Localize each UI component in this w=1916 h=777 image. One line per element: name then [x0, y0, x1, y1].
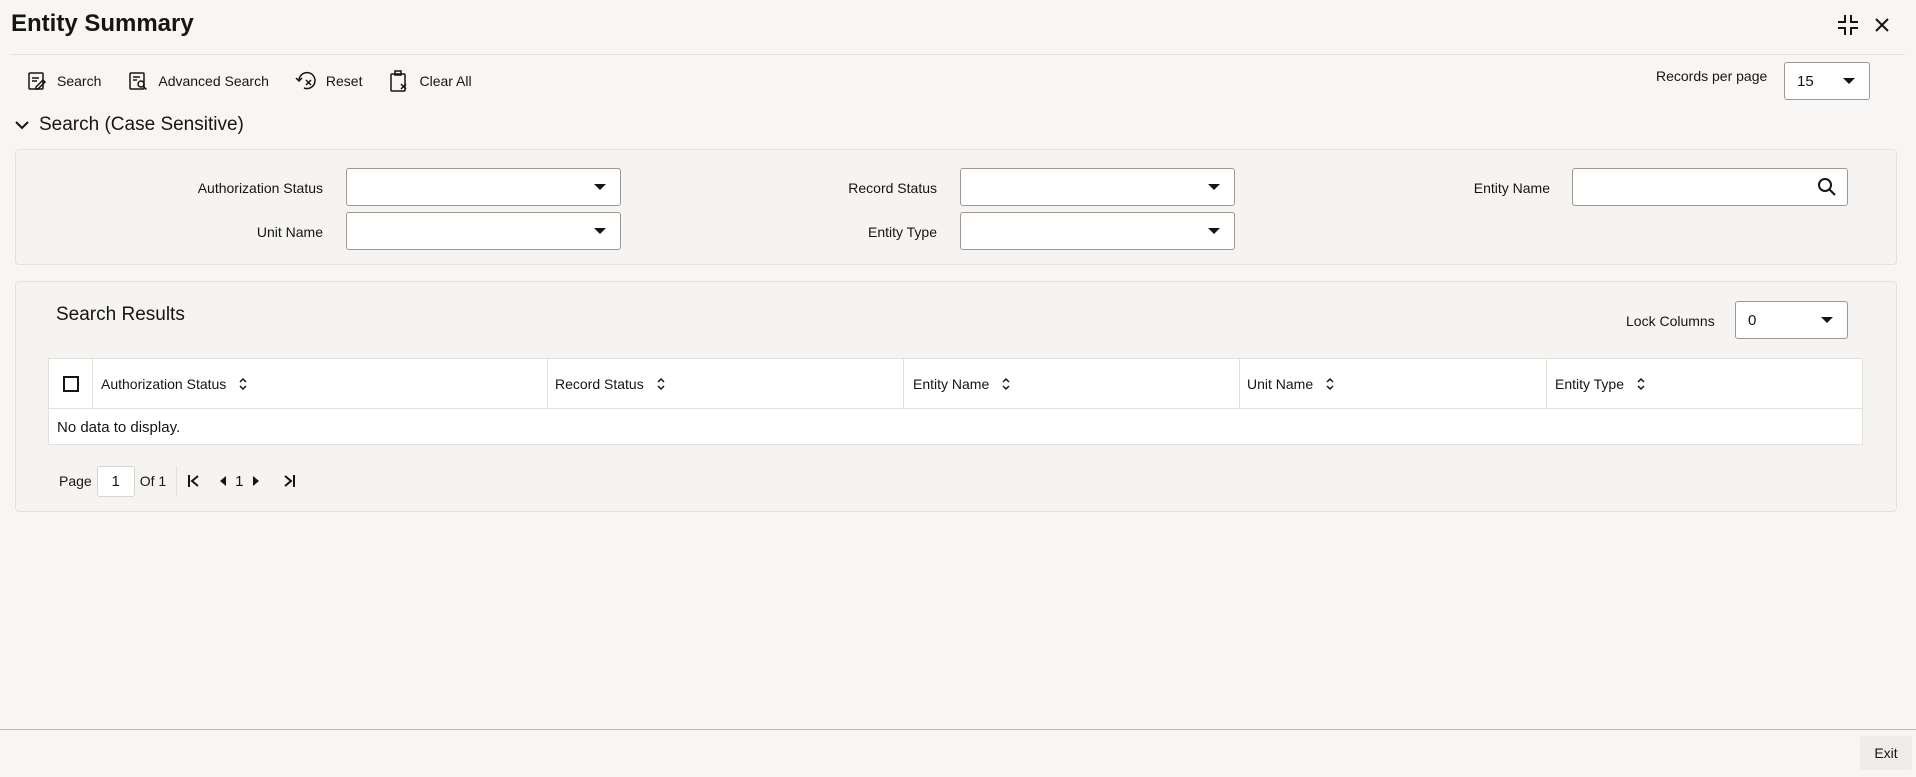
title-divider — [11, 54, 1905, 55]
advanced-search-button-label: Advanced Search — [158, 73, 269, 89]
search-form-icon — [26, 70, 48, 92]
sort-icon — [1636, 377, 1646, 391]
unit-name-select[interactable] — [346, 212, 621, 250]
chevron-down-icon — [15, 121, 29, 130]
entity-type-select[interactable] — [960, 212, 1235, 250]
column-header-entity-type[interactable]: Entity Type — [1555, 359, 1646, 409]
results-table: Authorization Status Record Status Entit… — [48, 358, 1863, 445]
chevron-down-icon — [594, 228, 606, 234]
search-section-toggle[interactable]: Search (Case Sensitive) — [15, 114, 244, 136]
entity-type-label: Entity Type — [867, 224, 937, 240]
exit-button-label: Exit — [1874, 745, 1898, 761]
close-icon[interactable] — [1869, 12, 1895, 38]
lock-columns-value: 0 — [1748, 311, 1757, 329]
page-title: Entity Summary — [11, 10, 194, 37]
unit-name-label: Unit Name — [256, 224, 323, 240]
footer-divider — [0, 729, 1916, 730]
chevron-down-icon — [1821, 317, 1833, 323]
advanced-search-icon — [127, 70, 149, 92]
search-button[interactable]: Search — [26, 70, 101, 92]
records-per-page-value: 15 — [1797, 72, 1814, 90]
advanced-search-button[interactable]: Advanced Search — [127, 70, 269, 92]
clipboard-icon — [388, 70, 410, 92]
authorization-status-label: Authorization Status — [197, 180, 323, 196]
search-icon[interactable] — [1817, 177, 1837, 197]
search-section-title: Search (Case Sensitive) — [39, 114, 244, 135]
column-header-label: Unit Name — [1247, 376, 1314, 392]
column-header-unit-name[interactable]: Unit Name — [1247, 359, 1335, 409]
records-per-page-select[interactable]: 15 — [1784, 62, 1870, 100]
column-header-label: Record Status — [555, 376, 644, 392]
column-divider — [1239, 359, 1240, 409]
reset-button-label: Reset — [325, 73, 363, 89]
search-results-title: Search Results — [56, 304, 185, 325]
chevron-down-icon — [1208, 228, 1220, 234]
sort-icon — [238, 377, 248, 391]
page-label: Page — [59, 473, 92, 489]
column-header-label: Authorization Status — [101, 376, 227, 392]
column-header-authorization-status[interactable]: Authorization Status — [101, 359, 248, 409]
previous-page-icon[interactable] — [219, 475, 227, 487]
sort-icon — [656, 377, 666, 391]
clear-all-button-label: Clear All — [419, 73, 472, 89]
collapse-icon[interactable] — [1835, 12, 1861, 38]
column-header-entity-name[interactable]: Entity Name — [913, 359, 1011, 409]
chevron-down-icon — [594, 184, 606, 190]
column-header-record-status[interactable]: Record Status — [555, 359, 666, 409]
pagination: Page 1 Of 1 1 — [59, 465, 296, 497]
empty-table-message: No data to display. — [57, 419, 181, 436]
column-divider — [903, 359, 904, 409]
sort-icon — [1325, 377, 1335, 391]
next-page-icon[interactable] — [252, 475, 260, 487]
authorization-status-select[interactable] — [346, 168, 621, 206]
records-per-page-label: Records per page — [1656, 68, 1768, 84]
column-header-label: Entity Name — [913, 376, 990, 392]
entity-name-label: Entity Name — [1473, 180, 1550, 196]
page-count-label: Of 1 — [139, 473, 167, 489]
entity-name-input[interactable] — [1572, 168, 1848, 206]
exit-button[interactable]: Exit — [1860, 736, 1912, 770]
chevron-down-icon — [1843, 78, 1855, 84]
lock-columns-label: Lock Columns — [1626, 313, 1715, 329]
reset-button[interactable]: Reset — [295, 70, 363, 92]
column-divider — [92, 359, 93, 409]
clear-all-button[interactable]: Clear All — [388, 70, 472, 92]
reset-icon — [295, 70, 317, 92]
search-panel: Authorization Status Record Status Entit… — [15, 149, 1897, 265]
lock-columns-select[interactable]: 0 — [1735, 301, 1848, 339]
select-all-checkbox[interactable] — [63, 376, 79, 392]
pager-divider — [176, 466, 178, 496]
first-page-icon[interactable] — [187, 474, 201, 488]
last-page-icon[interactable] — [282, 474, 296, 488]
chevron-down-icon — [1208, 184, 1220, 190]
page-number-input[interactable]: 1 — [96, 465, 135, 497]
record-status-label: Record Status — [848, 180, 937, 196]
column-divider — [1546, 359, 1547, 409]
table-header: Authorization Status Record Status Entit… — [49, 359, 1862, 409]
sort-icon — [1001, 377, 1011, 391]
column-divider — [547, 359, 548, 409]
page-number-value: 1 — [111, 472, 120, 490]
search-button-label: Search — [57, 73, 102, 89]
current-page-number[interactable]: 1 — [235, 473, 243, 490]
toolbar: Search Advanced Search Reset Clear All — [26, 68, 498, 94]
column-header-label: Entity Type — [1555, 376, 1625, 392]
record-status-select[interactable] — [960, 168, 1235, 206]
